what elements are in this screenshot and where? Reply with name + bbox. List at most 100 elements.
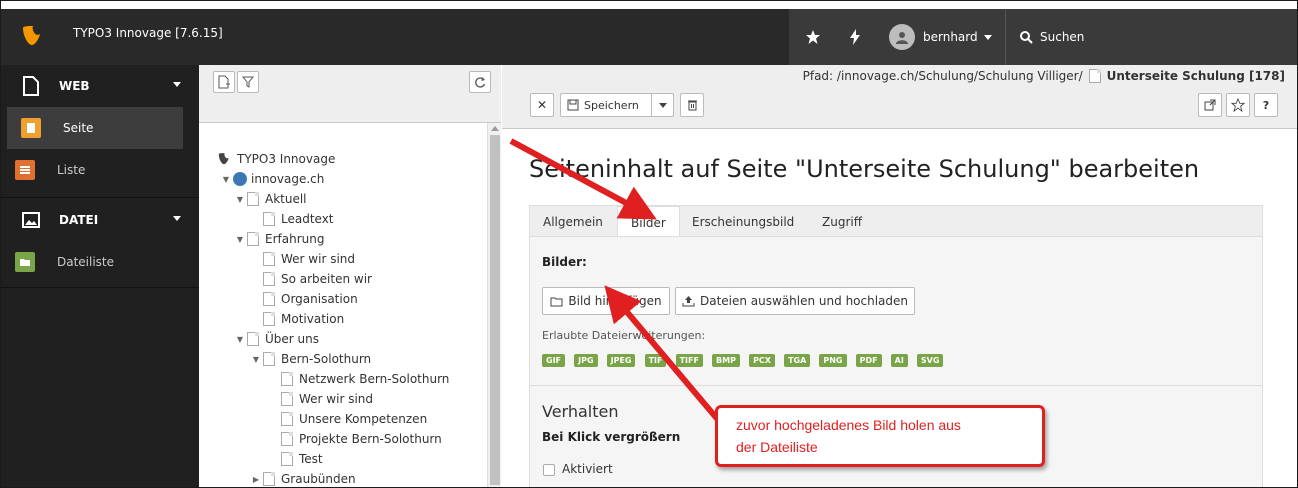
tree-node-label: Wer wir sind — [281, 252, 355, 266]
tree-node-label: Erfahrung — [265, 232, 325, 246]
page-icon — [263, 252, 275, 266]
tree-node[interactable]: ▼ innovage.ch — [221, 169, 324, 189]
module-group-datei[interactable]: DATEI — [1, 199, 199, 241]
open-new-window-icon[interactable] — [1198, 93, 1222, 117]
extension-badge: PDF — [855, 354, 882, 367]
tab-erscheinungsbild[interactable]: Erscheinungsbild — [679, 206, 807, 238]
section-title: Verhalten — [542, 402, 619, 421]
module-item-dateiliste[interactable]: Dateiliste — [1, 241, 199, 283]
collapse-icon[interactable]: ▼ — [251, 355, 261, 364]
callout-line-1: zuvor hochgeladenes Bild holen aus — [736, 417, 961, 433]
module-menu: WEB Seite Liste DATEI Dateiliste — [1, 65, 199, 487]
page-icon — [263, 212, 275, 226]
page-icon — [281, 392, 293, 406]
tree-node-label: Organisation — [281, 292, 358, 306]
tree-node[interactable]: ▶ Graubünden — [251, 469, 356, 487]
module-group-web[interactable]: WEB — [1, 65, 199, 107]
tree-node-label: Aktuell — [265, 192, 307, 206]
extension-badge: PNG — [819, 354, 847, 367]
collapse-icon[interactable]: ▼ — [235, 195, 245, 204]
chevron-down-icon — [173, 216, 181, 221]
tree-node[interactable]: ▼ Aktuell — [235, 189, 307, 209]
typo3-logo-icon[interactable] — [9, 13, 55, 59]
list-module-icon — [15, 160, 35, 180]
close-button[interactable]: ✕ — [530, 93, 554, 117]
tree-node-label: Netzwerk Bern-Solothurn — [299, 372, 450, 386]
collapse-icon[interactable]: ▼ — [235, 335, 245, 344]
tree-node[interactable]: Organisation — [263, 289, 358, 309]
page-tree-toolbar — [199, 65, 501, 123]
tree-node-label: Unsere Kompetenzen — [299, 412, 428, 426]
tree-node[interactable]: ▼ Bern-Solothurn — [251, 349, 371, 369]
tree-node[interactable]: Wer wir sind — [263, 249, 355, 269]
tree-node-label: Motivation — [281, 312, 345, 326]
flash-clear-cache-icon[interactable] — [841, 9, 869, 65]
bookmark-star-icon[interactable] — [1226, 93, 1250, 117]
trash-icon — [687, 99, 698, 111]
tree-node-label: TYPO3 Innovage — [237, 152, 336, 166]
expand-icon[interactable]: ▶ — [251, 475, 261, 484]
breadcrumb: Pfad: /innovage.ch/Schulung/Schulung Vil… — [803, 69, 1285, 83]
extension-badge: GIF — [542, 354, 566, 367]
callout-line-2: der Dateiliste — [736, 439, 818, 455]
tab-bilder[interactable]: Bilder — [617, 206, 680, 239]
page-icon — [263, 352, 275, 366]
shortcut-page-icon — [247, 232, 259, 246]
filter-icon[interactable] — [237, 71, 259, 93]
add-image-button[interactable]: Bild hinzufügen — [542, 287, 670, 315]
module-item-label: Dateiliste — [57, 255, 115, 269]
tree-node[interactable]: Projekte Bern-Solothurn — [281, 429, 442, 449]
chevron-down-icon — [983, 34, 992, 40]
tree-scrollbar[interactable] — [487, 123, 501, 487]
tree-node[interactable]: So arbeiten wir — [263, 269, 372, 289]
scrollbar-thumb[interactable] — [490, 135, 500, 485]
tree-node[interactable]: Motivation — [263, 309, 344, 329]
collapse-icon[interactable]: ▼ — [221, 175, 231, 184]
save-dropdown-toggle[interactable] — [651, 94, 673, 116]
module-item-label: Liste — [57, 163, 86, 177]
tree-node[interactable]: ▼ Erfahrung — [235, 229, 324, 249]
module-group-label: WEB — [59, 79, 90, 93]
save-icon — [567, 99, 579, 111]
user-menu[interactable]: bernhard — [889, 9, 992, 65]
extension-badge: AI — [890, 354, 908, 367]
page-module-icon — [21, 118, 41, 138]
tree-node[interactable]: Netzwerk Bern-Solothurn — [281, 369, 449, 389]
refresh-icon[interactable] — [469, 71, 491, 93]
search-toggle[interactable]: Suchen — [1005, 9, 1084, 65]
tree-node[interactable]: Unsere Kompetenzen — [281, 409, 427, 429]
app-title: TYPO3 Innovage [7.6.15] — [73, 26, 223, 40]
page-icon — [247, 192, 259, 206]
tree-node-root[interactable]: TYPO3 Innovage — [217, 149, 335, 169]
site-root-icon — [233, 172, 247, 186]
bookmark-star-icon[interactable] — [799, 9, 827, 65]
tree-node-label: Leadtext — [281, 212, 334, 226]
activated-checkbox[interactable] — [543, 464, 555, 476]
path-prefix: Pfad: /innovage.ch/Schulung/Schulung Vil… — [802, 69, 1083, 83]
page-title: Seiteninhalt auf Seite "Unterseite Schul… — [529, 155, 1200, 183]
extension-badges: GIF JPG JPEG TIF TIFF BMP PCX TGA PNG PD… — [542, 348, 947, 367]
module-item-seite[interactable]: Seite — [7, 107, 183, 149]
save-button[interactable]: Speichern — [560, 93, 674, 117]
tree-node[interactable]: Wer wir sind — [281, 389, 373, 409]
page-icon — [263, 472, 275, 486]
search-label: Suchen — [1040, 30, 1085, 44]
help-icon[interactable]: ? — [1254, 93, 1278, 117]
tree-node[interactable]: Test — [281, 449, 323, 469]
delete-button[interactable] — [680, 93, 704, 117]
typo3-icon — [217, 152, 231, 166]
tree-node-label: innovage.ch — [251, 172, 325, 186]
tab-zugriff[interactable]: Zugriff — [809, 206, 875, 238]
new-page-button[interactable] — [213, 71, 235, 93]
tab-allgemein[interactable]: Allgemein — [530, 206, 616, 238]
upload-files-button[interactable]: Dateien auswählen und hochladen — [675, 287, 915, 315]
module-item-liste[interactable]: Liste — [1, 149, 199, 191]
collapse-icon[interactable]: ▼ — [235, 235, 245, 244]
page-icon — [281, 452, 293, 466]
page-icon — [247, 332, 259, 346]
tree-node[interactable]: ▼ Über uns — [235, 329, 319, 349]
scroll-up-icon[interactable] — [491, 126, 499, 131]
doc-header: Pfad: /innovage.ch/Schulung/Schulung Vil… — [502, 65, 1297, 129]
allowed-extensions-label: Erlaubte Dateierweiterungen: — [542, 329, 706, 342]
tree-node[interactable]: Leadtext — [263, 209, 334, 229]
